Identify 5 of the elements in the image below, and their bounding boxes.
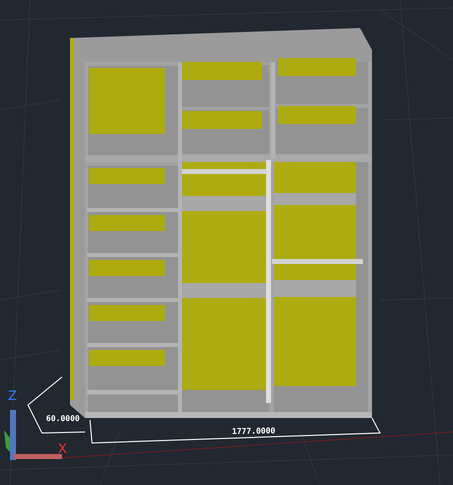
axis-label: Z [8,389,17,404]
dimension-text: 1777.0000 [232,426,276,436]
dimension-line [27,376,86,434]
dimension-text: 60.0000 [46,414,80,423]
axis-label: X [58,442,67,457]
